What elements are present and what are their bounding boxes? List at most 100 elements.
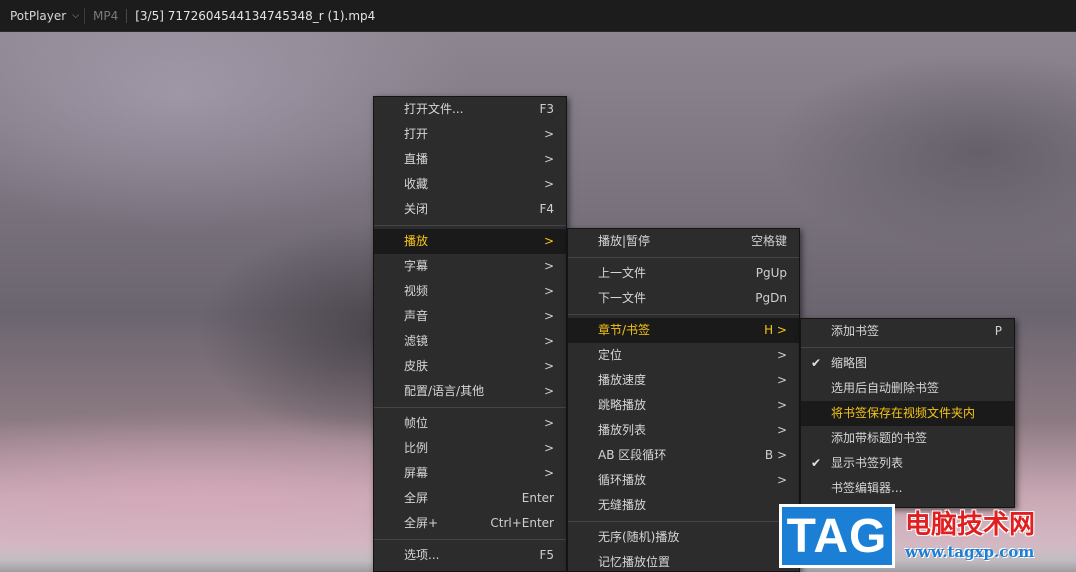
menu-item-shuffle[interactable]: 无序(随机)播放	[568, 525, 799, 550]
menu-item-subtitles[interactable]: 字幕 >	[374, 254, 566, 279]
menu-item-audio[interactable]: 声音 >	[374, 304, 566, 329]
menu-item-save-bookmark-in-folder[interactable]: 将书签保存在视频文件夹内	[801, 401, 1014, 426]
menu-item-label: 跳略播放	[598, 398, 647, 412]
menu-item-play-pause[interactable]: 播放|暂停 空格键	[568, 229, 799, 254]
menu-item-label: 无缝播放	[598, 498, 647, 512]
menu-item-add-bookmark[interactable]: 添加书签 P	[801, 319, 1014, 344]
submenu-arrow-icon: >	[543, 416, 554, 430]
menu-item-chapters-bookmarks[interactable]: 章节/书签 H >	[568, 318, 799, 343]
menu-item-label: 添加带标题的书签	[831, 431, 928, 445]
menu-item-video[interactable]: 视频 >	[374, 279, 566, 304]
menu-item-remember-position[interactable]: 记忆播放位置	[568, 550, 799, 572]
menu-divider	[374, 225, 566, 226]
menu-item-add-titled-bookmark[interactable]: 添加带标题的书签	[801, 426, 1014, 451]
submenu-arrow-icon: >	[543, 259, 554, 273]
menu-item-label: 上一文件	[598, 266, 647, 280]
menu-item-fullscreen[interactable]: 全屏 Enter	[374, 486, 566, 511]
menu-item-live[interactable]: 直播 >	[374, 147, 566, 172]
menu-item-seek[interactable]: 定位 >	[568, 343, 799, 368]
submenu-arrow-icon: >	[543, 152, 554, 166]
menu-item-prev-file[interactable]: 上一文件 PgUp	[568, 261, 799, 286]
menu-item-screen[interactable]: 屏幕 >	[374, 461, 566, 486]
menu-item-frame[interactable]: 帧位 >	[374, 411, 566, 436]
title-divider	[84, 7, 85, 24]
menu-item-label: 将书签保存在视频文件夹内	[831, 406, 976, 420]
menu-item-shortcut: PgUp	[755, 266, 787, 280]
menu-item-label: 显示书签列表	[831, 456, 904, 470]
menu-item-filters[interactable]: 滤镜 >	[374, 329, 566, 354]
menu-item-shortcut: H >	[764, 323, 787, 337]
submenu-arrow-icon: >	[543, 234, 554, 248]
checkmark-icon: ✔	[811, 456, 822, 470]
submenu-arrow-icon: >	[776, 348, 787, 362]
menu-item-favorites[interactable]: 收藏 >	[374, 172, 566, 197]
format-divider	[126, 8, 128, 23]
menu-item-options[interactable]: 选项... F5	[374, 543, 566, 568]
watermark-tag-logo: TAG	[779, 504, 895, 568]
menu-item-shortcut: 空格键	[750, 234, 787, 248]
menu-item-shortcut: PgDn	[755, 291, 787, 305]
submenu-arrow-icon: >	[543, 177, 554, 191]
title-bar: PotPlayer ⌵ MP4 [3/5] 717260454413474534…	[0, 0, 1076, 32]
submenu-arrow-icon: >	[543, 384, 554, 398]
menu-item-label: 选项...	[404, 548, 440, 562]
menu-item-aspect[interactable]: 比例 >	[374, 436, 566, 461]
menu-item-thumbnails[interactable]: ✔ 缩略图	[801, 351, 1014, 376]
context-menu-main: 打开文件... F3 打开 > 直播 > 收藏 > 关闭 F4 播放 > 字幕 > 视频 > 声…	[373, 96, 567, 572]
menu-item-label: 缩略图	[831, 356, 868, 370]
menu-item-label: 帧位	[404, 416, 429, 430]
menu-item-bookmark-editor[interactable]: 书签编辑器...	[801, 476, 1014, 501]
menu-item-shortcut: F4	[539, 202, 554, 216]
watermark-site-name: 电脑技术网	[905, 510, 1036, 540]
menu-item-playback[interactable]: 播放 >	[374, 229, 566, 254]
menu-item-label: 播放列表	[598, 423, 647, 437]
menu-item-label: 比例	[404, 441, 429, 455]
submenu-arrow-icon: >	[776, 423, 787, 437]
file-title: [3/5] 7172604544134745348_r (1).mp4	[135, 8, 376, 23]
app-menu-button[interactable]: PotPlayer ⌵	[0, 0, 84, 32]
menu-item-open[interactable]: 打开 >	[374, 122, 566, 147]
menu-item-seamless[interactable]: 无缝播放	[568, 493, 799, 518]
submenu-arrow-icon: >	[776, 473, 787, 487]
site-watermark: TAG 电脑技术网 www.tagxp.com	[779, 500, 1076, 572]
menu-item-label: 播放速度	[598, 373, 647, 387]
menu-divider	[374, 407, 566, 408]
menu-item-label: 打开文件...	[404, 102, 464, 116]
menu-item-config[interactable]: 配置/语言/其他 >	[374, 379, 566, 404]
submenu-arrow-icon: >	[543, 441, 554, 455]
menu-item-label: 全屏	[404, 491, 429, 505]
menu-item-label: 无序(随机)播放	[598, 530, 680, 544]
menu-item-ab-repeat[interactable]: AB 区段循环 B >	[568, 443, 799, 468]
menu-item-show-bookmark-list[interactable]: ✔ 显示书签列表	[801, 451, 1014, 476]
menu-item-auto-delete-bookmark[interactable]: 选用后自动删除书签	[801, 376, 1014, 401]
menu-item-label: 下一文件	[598, 291, 647, 305]
menu-divider	[374, 539, 566, 540]
menu-item-next-file[interactable]: 下一文件 PgDn	[568, 286, 799, 311]
menu-item-label: AB 区段循环	[598, 448, 667, 462]
menu-divider	[801, 347, 1014, 348]
context-menu-playback: 播放|暂停 空格键 上一文件 PgUp 下一文件 PgDn 章节/书签 H > 定位 > …	[567, 228, 800, 572]
menu-item-skins[interactable]: 皮肤 >	[374, 354, 566, 379]
menu-item-label: 记忆播放位置	[598, 555, 671, 569]
menu-item-speed[interactable]: 播放速度 >	[568, 368, 799, 393]
menu-item-fullscreen-plus[interactable]: 全屏+ Ctrl+Enter	[374, 511, 566, 536]
menu-item-label: 关闭	[404, 202, 429, 216]
menu-item-skip[interactable]: 跳略播放 >	[568, 393, 799, 418]
watermark-text: 电脑技术网 www.tagxp.com	[905, 509, 1035, 563]
submenu-arrow-icon: >	[543, 359, 554, 373]
menu-item-shortcut: B >	[764, 448, 787, 462]
menu-divider	[568, 257, 799, 258]
menu-item-playlist[interactable]: 播放列表 >	[568, 418, 799, 443]
submenu-arrow-icon: >	[543, 284, 554, 298]
menu-item-label: 添加书签	[831, 324, 880, 338]
menu-item-label: 定位	[598, 348, 623, 362]
menu-item-close[interactable]: 关闭 F4	[374, 197, 566, 222]
context-menu-bookmarks: 添加书签 P ✔ 缩略图 选用后自动删除书签 将书签保存在视频文件夹内 添加带标题的…	[800, 318, 1015, 508]
menu-item-loop[interactable]: 循环播放 >	[568, 468, 799, 493]
menu-item-shortcut: Enter	[521, 491, 554, 505]
menu-item-label: 声音	[404, 309, 429, 323]
menu-item-open-file[interactable]: 打开文件... F3	[374, 97, 566, 122]
menu-item-label: 播放|暂停	[598, 234, 651, 248]
menu-item-label: 配置/语言/其他	[404, 384, 485, 398]
app-name-label: PotPlayer	[10, 8, 67, 23]
